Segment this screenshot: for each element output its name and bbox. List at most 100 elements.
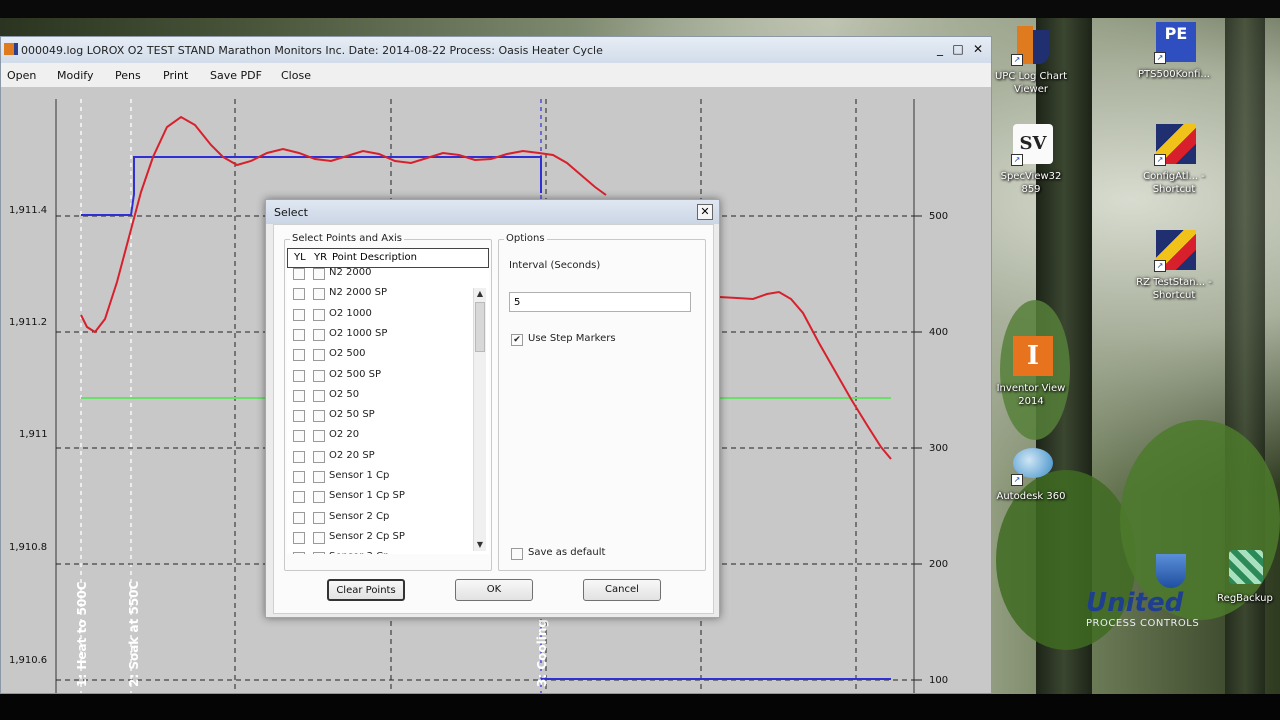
select-dialog: Select ✕ Select Points and Axis YL YR Po… <box>265 199 720 618</box>
yl-checkbox[interactable] <box>293 389 305 402</box>
clear-points-button[interactable]: Clear Points <box>327 579 405 601</box>
desktop-icon-config-shortcut[interactable]: ↗ ConfigAtl... - Shortcut <box>1135 124 1213 196</box>
list-item[interactable]: N2 2000 <box>287 268 467 284</box>
menu-close[interactable]: Close <box>281 69 311 82</box>
yl-checkbox[interactable] <box>293 369 305 382</box>
desktop-icon-teststand-shortcut[interactable]: ↗ RZ TestStan... - Shortcut <box>1135 230 1213 302</box>
cancel-button[interactable]: Cancel <box>583 579 661 601</box>
yl-checkbox[interactable] <box>293 450 305 463</box>
yr-checkbox[interactable] <box>313 491 325 504</box>
yl-checkbox[interactable] <box>293 268 305 280</box>
desktop-icon-pts500[interactable]: PE ↗ PTS500Konfi... <box>1135 22 1213 81</box>
yr-checkbox[interactable] <box>313 308 325 321</box>
app-icon <box>4 43 18 55</box>
points-list: N2 2000 N2 2000 SP O2 1000 O2 1000 SP O2 500… <box>287 268 489 554</box>
dialog-close-button[interactable]: ✕ <box>697 204 713 220</box>
yl-checkbox[interactable] <box>293 288 305 301</box>
point-description: O2 50 SP <box>329 409 375 421</box>
list-item[interactable]: Sensor 1 Cp <box>287 467 467 487</box>
list-item[interactable]: O2 500 SP <box>287 366 467 386</box>
yl-checkbox[interactable] <box>293 471 305 483</box>
list-item[interactable]: O2 20 SP <box>287 447 467 467</box>
yl-checkbox[interactable] <box>293 328 305 341</box>
left-tick: 1,910.6 <box>9 655 47 666</box>
ok-button[interactable]: OK <box>455 579 533 601</box>
close-window-button[interactable]: ✕ <box>969 41 987 57</box>
yr-checkbox[interactable] <box>313 268 325 280</box>
scroll-up-arrow-icon[interactable]: ▲ <box>474 288 486 300</box>
use-step-markers-label: Use Step Markers <box>528 333 616 344</box>
yr-checkbox[interactable] <box>313 430 325 443</box>
window-title: 000049.log LOROX O2 TEST STAND Marathon … <box>21 44 603 57</box>
point-description: O2 1000 SP <box>329 327 388 339</box>
yl-checkbox[interactable] <box>293 491 305 504</box>
right-axis-ticks: 500 400 300 200 100 <box>914 211 948 686</box>
list-item[interactable]: N2 2000 SP <box>287 284 467 304</box>
yr-checkbox[interactable] <box>313 410 325 423</box>
yr-checkbox[interactable] <box>313 552 325 554</box>
menu-open[interactable]: Open <box>7 69 36 82</box>
yr-checkbox[interactable] <box>313 471 325 483</box>
yl-checkbox[interactable] <box>293 349 305 362</box>
teststand-shortcut-icon: ↗ <box>1152 230 1196 274</box>
yl-checkbox[interactable] <box>293 511 305 524</box>
yl-checkbox[interactable] <box>293 410 305 423</box>
scroll-thumb[interactable] <box>475 302 485 352</box>
yr-checkbox[interactable] <box>313 450 325 463</box>
united-process-controls-logo: United PROCESS CONTROLS <box>1086 588 1221 629</box>
top-black-bar <box>0 0 1280 18</box>
list-item[interactable]: O2 50 SP <box>287 406 467 426</box>
list-item[interactable]: O2 500 <box>287 345 467 365</box>
yr-checkbox[interactable] <box>313 511 325 524</box>
window-titlebar: 000049.log LOROX O2 TEST STAND Marathon … <box>1 37 991 63</box>
left-tick: 1,910.8 <box>9 542 47 553</box>
yr-checkbox[interactable] <box>313 389 325 402</box>
menu-modify[interactable]: Modify <box>57 69 93 82</box>
specview-icon: SV ↗ <box>1009 124 1053 168</box>
menu-pens[interactable]: Pens <box>115 69 141 82</box>
minimize-button[interactable]: _ <box>931 41 949 57</box>
icon-label: UPC Log Chart Viewer <box>994 71 1068 95</box>
inventor-icon: I <box>1009 336 1053 380</box>
list-item[interactable]: O2 1000 <box>287 305 467 325</box>
list-item[interactable]: O2 20 <box>287 426 467 446</box>
left-tick: 1,911 <box>19 429 48 440</box>
dialog-body: Select Points and Axis YL YR Point Descr… <box>273 224 714 614</box>
desktop-icon-specview[interactable]: SV ↗ SpecView32 859 <box>992 124 1070 196</box>
desktop-icon-log-chart-viewer[interactable]: ↗ UPC Log Chart Viewer <box>992 24 1070 96</box>
yl-checkbox[interactable] <box>293 308 305 321</box>
yr-checkbox[interactable] <box>313 349 325 362</box>
list-item[interactable]: Sensor 3 Cp <box>287 548 467 554</box>
list-item[interactable]: Sensor 1 Cp SP <box>287 487 467 507</box>
save-as-default-label: Save as default <box>528 547 606 558</box>
maximize-button[interactable]: □ <box>949 41 967 57</box>
yr-checkbox[interactable] <box>313 531 325 544</box>
yr-header: YR <box>314 252 328 263</box>
desc-header[interactable]: Point Description <box>332 252 417 263</box>
yr-checkbox[interactable] <box>313 288 325 301</box>
points-scrollbar[interactable]: ▲ ▼ <box>473 288 486 551</box>
right-tick: 300 <box>929 443 948 454</box>
icon-label: ConfigAtl... - Shortcut <box>1143 171 1205 195</box>
list-item[interactable]: O2 1000 SP <box>287 325 467 345</box>
desktop-icon-inventor[interactable]: I Inventor View 2014 <box>992 336 1070 408</box>
yr-checkbox[interactable] <box>313 328 325 341</box>
yr-checkbox[interactable] <box>313 369 325 382</box>
list-item[interactable]: Sensor 2 Cp <box>287 508 467 528</box>
scroll-down-arrow-icon[interactable]: ▼ <box>474 539 486 551</box>
yl-checkbox[interactable] <box>293 531 305 544</box>
yl-checkbox[interactable] <box>293 552 305 554</box>
list-item[interactable]: O2 50 <box>287 386 467 406</box>
options-group-label: Options <box>504 233 547 244</box>
yl-checkbox[interactable] <box>293 430 305 443</box>
point-description: O2 20 <box>329 429 360 441</box>
interval-input[interactable] <box>509 292 691 312</box>
menu-print[interactable]: Print <box>163 69 188 82</box>
point-description: Sensor 1 Cp <box>329 470 390 481</box>
list-item[interactable]: Sensor 2 Cp SP <box>287 528 467 548</box>
yl-header: YL <box>294 252 306 263</box>
config-shortcut-icon: ↗ <box>1152 124 1196 168</box>
desktop-icon-autodesk-360[interactable]: ↗ Autodesk 360 <box>992 444 1070 503</box>
regbackup-icon <box>1223 546 1267 590</box>
menu-save-pdf[interactable]: Save PDF <box>210 69 262 82</box>
